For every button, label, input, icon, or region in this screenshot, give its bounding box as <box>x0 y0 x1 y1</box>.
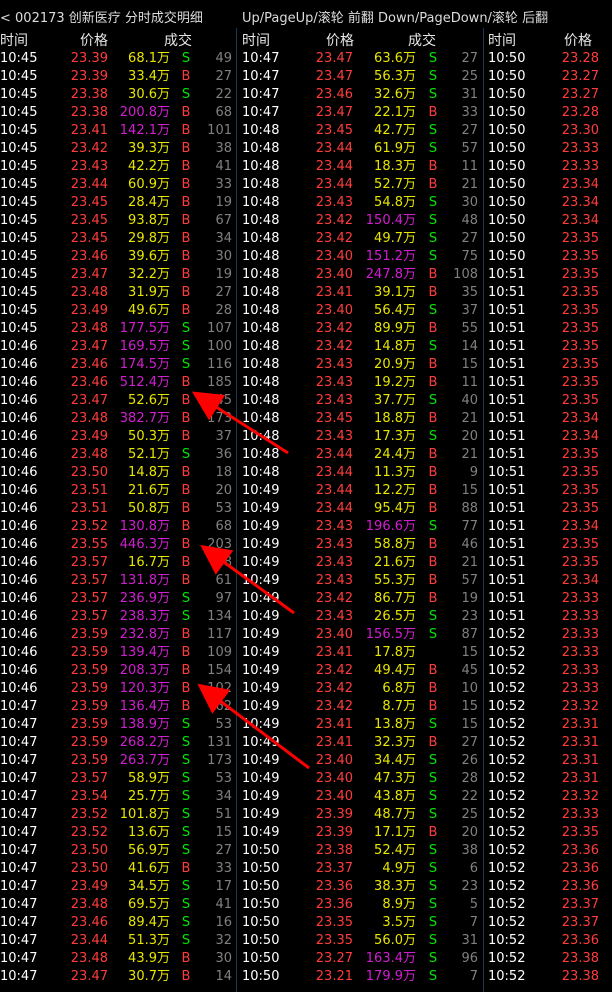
arrow-3 <box>197 683 310 770</box>
arrow-1 <box>191 391 289 455</box>
arrow-2 <box>200 544 295 615</box>
red-arrows <box>191 391 310 770</box>
